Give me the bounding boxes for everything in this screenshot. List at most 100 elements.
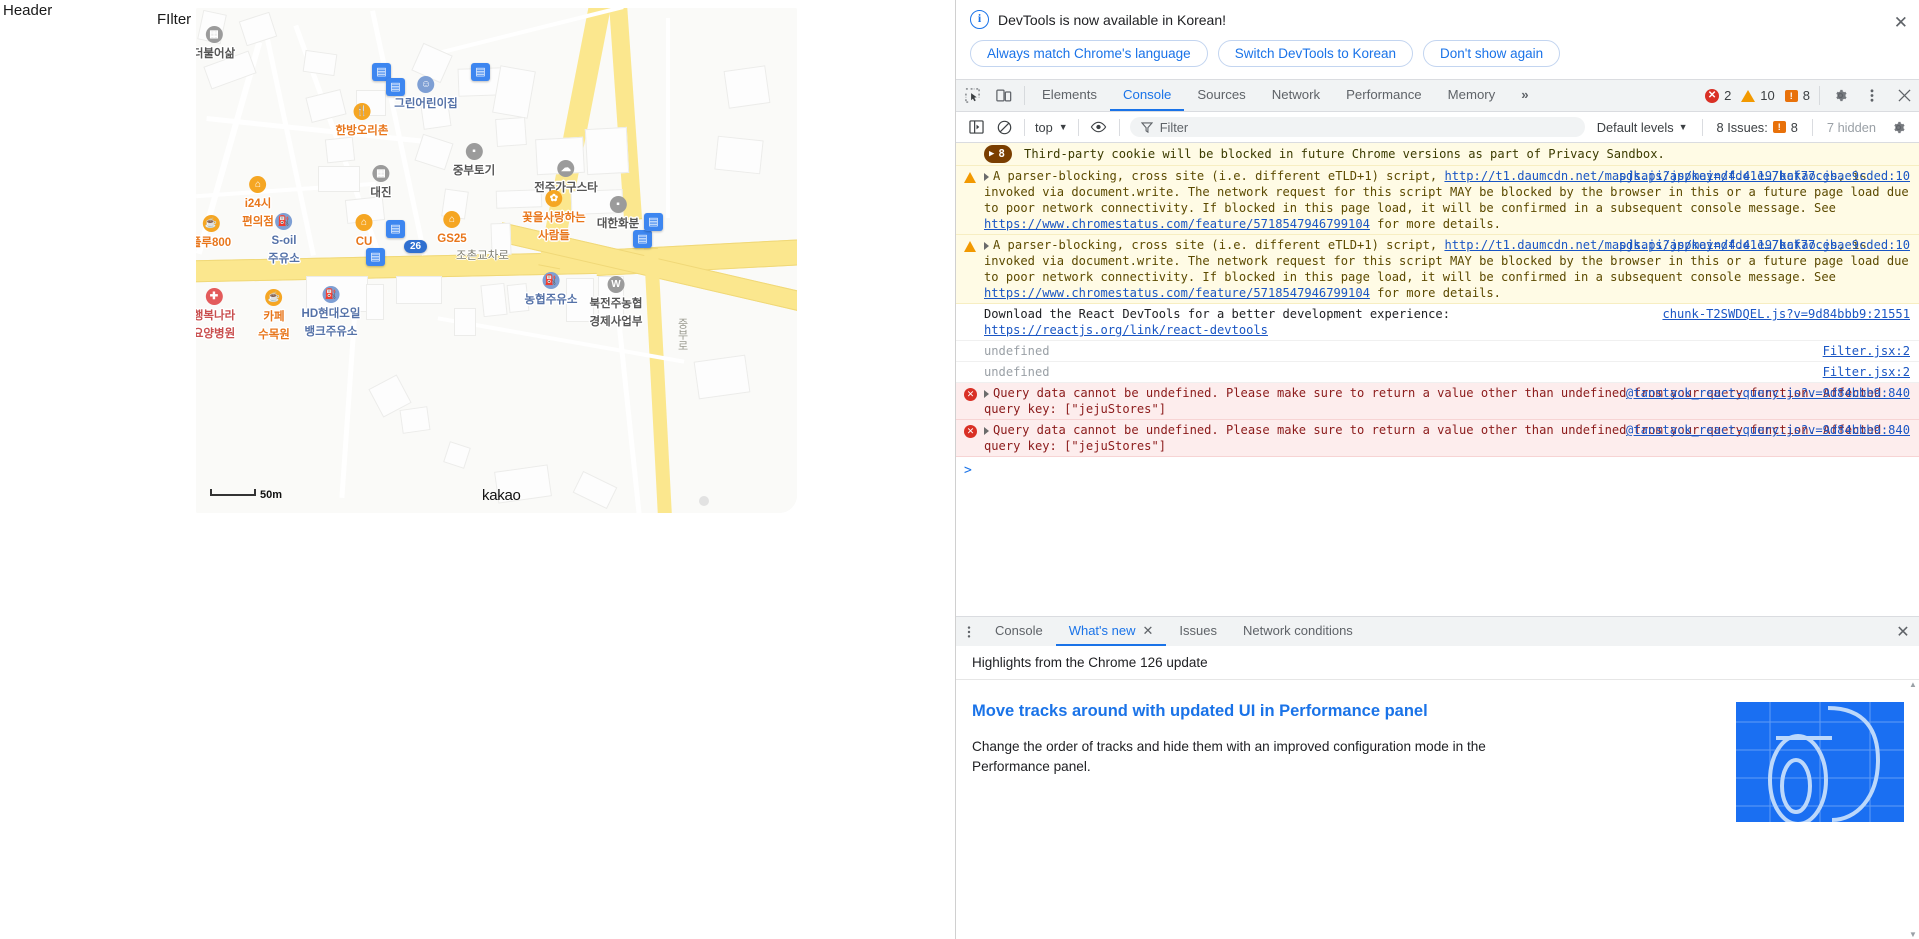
hidden-messages-label[interactable]: 7 hidden — [1819, 120, 1884, 135]
console-settings-gear-icon[interactable] — [1884, 115, 1912, 139]
warning-icon — [964, 172, 976, 183]
console-message[interactable]: undefined Filter.jsx:2 — [956, 341, 1919, 362]
tab-console[interactable]: Console — [1109, 80, 1185, 111]
settings-gear-icon[interactable] — [1824, 80, 1856, 111]
whats-new-article-title[interactable]: Move tracks around with updated UI in Pe… — [972, 702, 1718, 721]
issues-label: 8 Issues: — [1716, 119, 1768, 135]
execution-context-selector[interactable]: top ▼ — [1031, 120, 1072, 135]
scroll-down-icon[interactable]: ▼ — [1908, 930, 1918, 939]
more-options-icon[interactable] — [1856, 80, 1888, 111]
map-poi[interactable]: ☕ 플루800 — [196, 215, 231, 251]
console-message-source[interactable]: chunk-T2SWDQEL.js?v=9d84bbb9:21551 — [1662, 306, 1910, 322]
error-counter[interactable]: ✕ 2 — [1700, 80, 1736, 111]
dont-show-again-button[interactable]: Don't show again — [1423, 40, 1561, 67]
console-sidebar-icon[interactable] — [962, 115, 990, 139]
issues-summary[interactable]: 8 Issues: ! 8 — [1709, 120, 1806, 135]
warning-counter[interactable]: 10 — [1736, 80, 1779, 111]
whats-new-heading: Highlights from the Chrome 126 update — [956, 646, 1919, 680]
bus-stop-icon[interactable]: ▤ — [386, 220, 405, 238]
console-message[interactable]: ✕ Query data cannot be undefined. Please … — [956, 420, 1919, 457]
store-icon: ▪ — [465, 143, 483, 160]
tab-performance[interactable]: Performance — [1333, 80, 1435, 111]
map-poi[interactable]: ⛽ HD현대오일 뱅크주유소 — [301, 286, 361, 339]
drawer-tab-whats-new[interactable]: What's new ✕ — [1055, 617, 1167, 646]
console-message-source[interactable]: @tanstack_react-query.js?v=9d84bbb9:840 — [1626, 422, 1910, 438]
whats-new-scrollbar[interactable]: ▲ ▼ — [1908, 680, 1918, 939]
console-message[interactable]: ▶ 8 Third-party cookie will be blocked in … — [956, 143, 1919, 166]
map-poi[interactable]: ▦ 더불어삶 — [196, 26, 235, 62]
map-poi[interactable]: ⛽ 농협주유소 — [525, 272, 577, 308]
always-match-language-button[interactable]: Always match Chrome's language — [970, 40, 1208, 67]
map-poi[interactable]: ⛽ S-oil 주유소 — [268, 213, 300, 266]
expand-triangle-icon[interactable] — [984, 172, 989, 181]
map-poi[interactable]: W 북전주농협 경제사업부 — [590, 276, 642, 329]
bus-stop-icon[interactable]: ▤ — [471, 63, 490, 81]
switch-devtools-language-button[interactable]: Switch DevTools to Korean — [1217, 40, 1414, 67]
close-icon[interactable]: ✕ — [1894, 14, 1908, 31]
drawer-tab-network-conditions[interactable]: Network conditions — [1230, 617, 1366, 646]
console-message[interactable]: Download the React DevTools for a better… — [956, 304, 1919, 341]
console-prompt[interactable]: > — [956, 457, 1919, 485]
group-expand-badge[interactable]: ▶ 8 — [984, 145, 1013, 163]
highway-badge-26[interactable]: 26 — [404, 240, 428, 253]
console-message[interactable]: A parser-blocking, cross site (i.e. diff… — [956, 166, 1919, 235]
console-link[interactable]: https://reactjs.org/link/react-devtools — [984, 323, 1268, 337]
map-poi[interactable]: ✚ 행복나라 요양병원 — [196, 288, 235, 341]
error-icon: ✕ — [1705, 88, 1720, 103]
map-poi[interactable]: ☕ 카페 수목원 — [258, 289, 290, 342]
drawer-tab-issues[interactable]: Issues — [1166, 617, 1230, 646]
expand-triangle-icon[interactable] — [984, 426, 989, 435]
console-message[interactable]: ✕ Query data cannot be undefined. Please … — [956, 383, 1919, 420]
map-poi[interactable]: ⌂ CU — [355, 214, 373, 250]
tab-sources[interactable]: Sources — [1184, 80, 1258, 111]
drawer-tab-console[interactable]: Console — [982, 617, 1056, 646]
gas-icon: ⛽ — [542, 272, 560, 289]
console-message-list[interactable]: ▶ 8 Third-party cookie will be blocked in … — [956, 143, 1919, 616]
console-message-source[interactable]: @tanstack_react-query.js?v=9d84bbb9:840 — [1626, 385, 1910, 401]
console-filter-input[interactable]: Filter — [1129, 117, 1585, 137]
console-message-text: undefined — [984, 364, 1912, 380]
whats-new-content: Move tracks around with updated UI in Pe… — [956, 680, 1919, 939]
device-toolbar-icon[interactable] — [988, 80, 1020, 111]
expand-triangle-icon[interactable] — [984, 389, 989, 398]
console-text: Download the React DevTools for a better… — [984, 307, 1450, 321]
live-expression-eye-icon[interactable] — [1085, 115, 1113, 139]
issue-icon: ! — [1772, 121, 1786, 133]
more-tabs-icon[interactable]: » — [1508, 80, 1541, 111]
tab-network[interactable]: Network — [1259, 80, 1333, 111]
console-link[interactable]: https://www.chromestatus.com/feature/571… — [984, 286, 1370, 300]
map-poi[interactable]: ✿ 꽃을사랑하는 사람들 — [522, 190, 586, 243]
bus-stop-icon[interactable]: ▤ — [633, 230, 652, 248]
console-message[interactable]: undefined Filter.jsx:2 — [956, 362, 1919, 383]
tab-memory[interactable]: Memory — [1435, 80, 1509, 111]
close-icon[interactable]: ✕ — [1143, 623, 1154, 639]
scroll-up-icon[interactable]: ▲ — [1908, 680, 1918, 689]
console-link[interactable]: https://www.chromestatus.com/feature/571… — [984, 217, 1370, 231]
console-message-source[interactable]: Filter.jsx:2 — [1823, 364, 1910, 380]
bus-stop-icon[interactable]: ▤ — [366, 248, 385, 266]
console-message[interactable]: A parser-blocking, cross site (i.e. diff… — [956, 235, 1919, 304]
map-poi[interactable]: 🍴 한방오리촌 — [336, 103, 388, 139]
map-poi-label: HD현대오일 뱅크주유소 — [301, 308, 361, 338]
expand-triangle-icon[interactable] — [984, 241, 989, 250]
kakao-map[interactable]: 조촌교차로 중부로 26 ▤ ▤ ▤ ▤ ▤ ▤ ▤ ▦ 더불어삶 ☺ 그린어린이집 🍴… — [196, 8, 797, 513]
clear-console-icon[interactable] — [990, 115, 1018, 139]
console-message-source[interactable]: sdk.js?appkey=dfde1e…7bcf77cebae9cded:10 — [1619, 168, 1910, 184]
map-poi[interactable]: ▦ 대진 — [370, 165, 392, 201]
issue-counter[interactable]: ! 8 — [1780, 80, 1815, 111]
map-poi[interactable]: ▪ 대한화분 — [597, 196, 639, 232]
close-devtools-icon[interactable] — [1888, 80, 1919, 111]
map-poi[interactable]: ☺ 그린어린이집 — [394, 76, 458, 112]
console-message-source[interactable]: Filter.jsx:2 — [1823, 343, 1910, 359]
map-poi[interactable]: ▪ 중부토기 — [453, 143, 495, 179]
console-message-source[interactable]: sdk.js?appkey=dfde1e…7bcf77cebae9cded:10 — [1619, 237, 1910, 253]
map-poi-label: GS25 — [437, 233, 467, 245]
log-level-selector[interactable]: Default levels ▼ — [1589, 120, 1696, 135]
drawer-more-icon[interactable] — [956, 617, 982, 646]
tab-elements[interactable]: Elements — [1029, 80, 1110, 111]
map-poi-label: 플루800 — [196, 237, 232, 249]
close-drawer-icon[interactable]: ✕ — [1886, 617, 1919, 646]
bus-stop-icon[interactable]: ▤ — [644, 213, 663, 231]
map-poi[interactable]: ⌂ GS25 — [437, 211, 467, 247]
inspect-element-icon[interactable] — [956, 80, 988, 111]
